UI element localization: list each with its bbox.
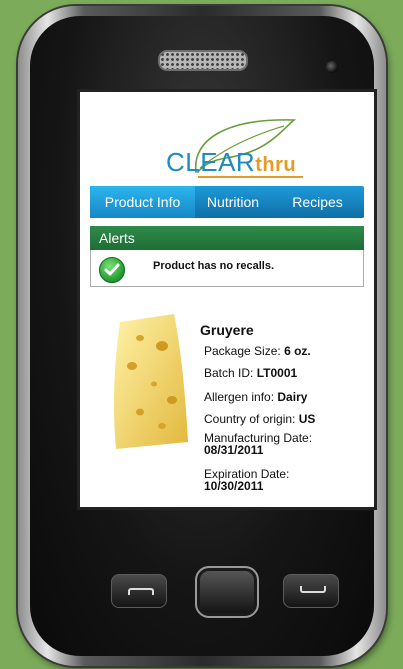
expiration-row: Expiration Date: 10/30/2011: [204, 468, 289, 492]
origin-row: Country of origin: US: [204, 412, 315, 426]
manufacturing-value: 08/31/2011: [204, 443, 264, 457]
phone-frame: CLEARthru Product Info Nutrition Recipes…: [18, 6, 386, 666]
package-size-value: 6 oz.: [284, 344, 311, 358]
allergen-label: Allergen info:: [204, 390, 275, 404]
manufacturing-row: Manufacturing Date: 08/31/2011: [204, 432, 312, 456]
alert-item: Product has no recalls.: [90, 250, 364, 287]
logo-accent-text: thru: [255, 154, 297, 176]
alerts-header: Alerts: [90, 226, 364, 250]
allergen-row: Allergen info: Dairy: [204, 390, 307, 404]
tab-bar: Product Info Nutrition Recipes: [90, 186, 364, 218]
batch-row: Batch ID: LT0001: [204, 366, 297, 380]
hardware-buttons: [103, 566, 353, 626]
call-icon: [128, 588, 154, 595]
batch-value: LT0001: [256, 366, 298, 380]
check-circle-icon: [99, 257, 125, 283]
cheese-wedge-image: [113, 314, 188, 449]
package-size-row: Package Size: 6 oz.: [204, 344, 311, 358]
clearthru-logo: CLEARthru: [166, 147, 296, 178]
speaker-grille: [158, 50, 248, 71]
batch-label: Batch ID:: [204, 366, 254, 380]
end-call-button[interactable]: [283, 574, 339, 608]
tab-recipes[interactable]: Recipes: [271, 186, 364, 218]
origin-label: Country of origin:: [204, 412, 296, 426]
product-name: Gruyere: [200, 322, 254, 338]
tab-product-info[interactable]: Product Info: [90, 186, 195, 218]
expiration-value: 10/30/2011: [204, 479, 264, 493]
home-button[interactable]: [195, 566, 259, 618]
alert-message: Product has no recalls.: [153, 260, 275, 272]
origin-value: US: [298, 412, 316, 426]
app-screen: CLEARthru Product Info Nutrition Recipes…: [80, 92, 374, 507]
end-call-icon: [300, 586, 326, 593]
logo-underline: [198, 176, 303, 178]
front-camera-icon: [326, 61, 338, 73]
call-button[interactable]: [111, 574, 167, 608]
logo-main-text: CLEAR: [166, 147, 256, 177]
package-size-label: Package Size:: [204, 344, 281, 358]
allergen-value: Dairy: [277, 390, 308, 404]
tab-nutrition[interactable]: Nutrition: [195, 186, 271, 218]
